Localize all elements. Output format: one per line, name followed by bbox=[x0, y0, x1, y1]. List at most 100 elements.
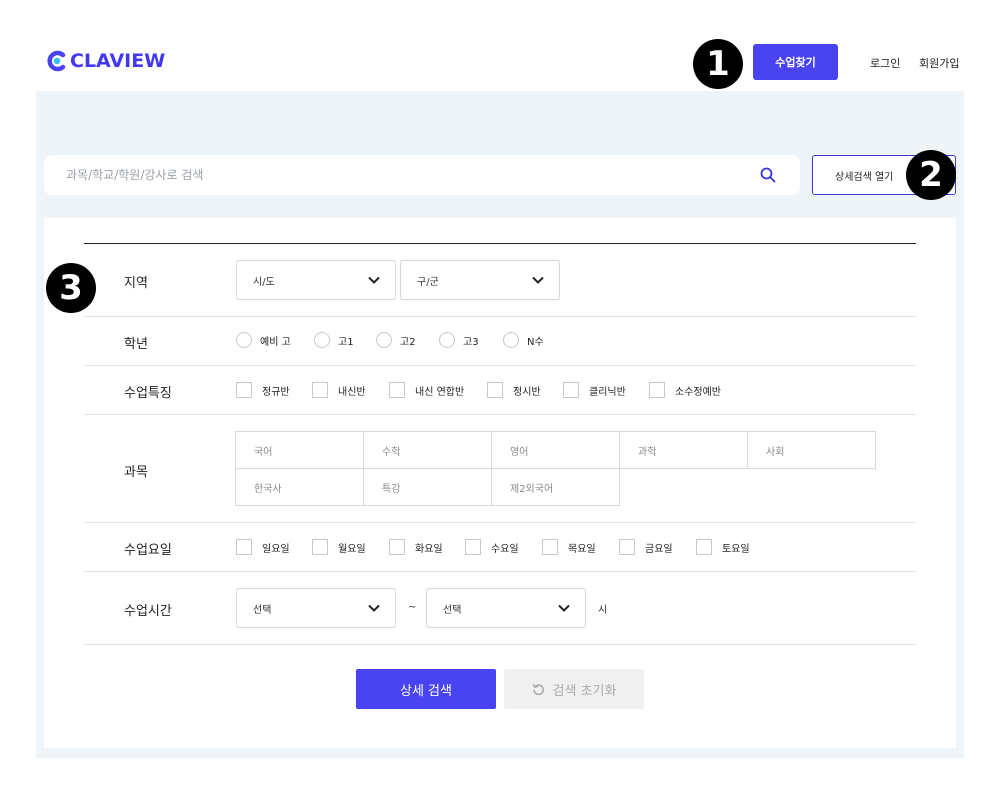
day-option[interactable]: 토요일 bbox=[696, 539, 750, 555]
subject-cell[interactable]: 과학 bbox=[619, 431, 748, 469]
feature-option-label: 클리닉반 bbox=[589, 386, 626, 398]
feature-option-label: 소수정예반 bbox=[675, 386, 721, 398]
subject-cell[interactable]: 국어 bbox=[235, 431, 364, 469]
search-bar[interactable] bbox=[44, 155, 800, 195]
find-class-button[interactable]: 수업찾기 bbox=[753, 44, 838, 80]
grade-option-label: 고2 bbox=[400, 336, 416, 348]
callout-badge-3: 3 bbox=[46, 263, 96, 313]
day-option-label: 금요일 bbox=[645, 543, 673, 555]
row-divider bbox=[84, 522, 916, 523]
feature-option-label: 정규반 bbox=[262, 386, 290, 398]
subject-cell[interactable]: 사회 bbox=[747, 431, 876, 469]
day-option-label: 화요일 bbox=[415, 543, 443, 555]
feature-option[interactable]: 소수정예반 bbox=[649, 382, 721, 398]
sido-select-value: 시/도 bbox=[253, 276, 275, 288]
subjects-label: 과목 bbox=[124, 465, 148, 480]
day-option[interactable]: 수요일 bbox=[465, 539, 519, 555]
checkbox[interactable] bbox=[619, 539, 635, 555]
logo[interactable]: CLAVIEW bbox=[46, 49, 165, 73]
radio-button[interactable] bbox=[314, 332, 330, 348]
panel-top-divider bbox=[84, 243, 916, 244]
grade-option-pre[interactable]: 예비 고 bbox=[236, 332, 291, 348]
search-input[interactable] bbox=[66, 168, 726, 182]
day-option[interactable]: 일요일 bbox=[236, 539, 290, 555]
gugun-select[interactable]: 구/군 bbox=[400, 260, 560, 300]
feature-option[interactable]: 클리닉반 bbox=[563, 382, 626, 398]
day-option-label: 일요일 bbox=[262, 543, 290, 555]
detail-search-button[interactable]: 상세 검색 bbox=[356, 669, 496, 709]
login-link[interactable]: 로그인 bbox=[870, 55, 900, 71]
day-option-label: 수요일 bbox=[491, 543, 519, 555]
chevron-down-icon bbox=[368, 604, 380, 612]
reset-icon bbox=[532, 683, 544, 695]
claview-logo-icon bbox=[47, 50, 66, 72]
subject-cell[interactable]: 영어 bbox=[491, 431, 620, 469]
checkbox[interactable] bbox=[312, 539, 328, 555]
time-range-separator: ~ bbox=[408, 602, 417, 613]
radio-button[interactable] bbox=[376, 332, 392, 348]
checkbox[interactable] bbox=[236, 539, 252, 555]
subject-cell[interactable]: 수학 bbox=[363, 431, 492, 469]
grade-option-1[interactable]: 고1 bbox=[314, 332, 354, 348]
callout-badge-1: 1 bbox=[693, 39, 743, 89]
feature-option[interactable]: 정규반 bbox=[236, 382, 290, 398]
start-time-select[interactable]: 선택 bbox=[236, 588, 396, 628]
grade-option-2[interactable]: 고2 bbox=[376, 332, 416, 348]
search-icon[interactable] bbox=[760, 167, 776, 183]
day-option-label: 토요일 bbox=[722, 543, 750, 555]
region-label: 지역 bbox=[124, 276, 148, 291]
checkbox[interactable] bbox=[542, 539, 558, 555]
callout-badge-2: 2 bbox=[906, 150, 956, 200]
gugun-select-value: 구/군 bbox=[417, 276, 439, 288]
reset-label: 검색 초기화 bbox=[552, 683, 617, 699]
grade-option-3[interactable]: 고3 bbox=[439, 332, 479, 348]
row-divider bbox=[84, 414, 916, 415]
start-time-value: 선택 bbox=[253, 604, 272, 616]
subject-cell[interactable]: 특강 bbox=[363, 468, 492, 506]
day-option[interactable]: 목요일 bbox=[542, 539, 596, 555]
grade-option-label: 고1 bbox=[338, 336, 354, 348]
subject-cell[interactable]: 한국사 bbox=[235, 468, 364, 506]
checkbox[interactable] bbox=[563, 382, 579, 398]
checkbox[interactable] bbox=[487, 382, 503, 398]
chevron-down-icon bbox=[558, 604, 570, 612]
radio-button[interactable] bbox=[439, 332, 455, 348]
checkbox[interactable] bbox=[236, 382, 252, 398]
checkbox[interactable] bbox=[389, 382, 405, 398]
end-time-value: 선택 bbox=[443, 604, 462, 616]
day-option[interactable]: 화요일 bbox=[389, 539, 443, 555]
grade-option-n[interactable]: N수 bbox=[503, 332, 544, 348]
days-label: 수업요일 bbox=[124, 543, 172, 558]
checkbox[interactable] bbox=[696, 539, 712, 555]
feature-option-label: 내신 연합반 bbox=[415, 386, 465, 398]
checkbox[interactable] bbox=[389, 539, 405, 555]
checkbox[interactable] bbox=[312, 382, 328, 398]
day-option[interactable]: 월요일 bbox=[312, 539, 366, 555]
feature-option[interactable]: 정시반 bbox=[487, 382, 541, 398]
subject-cell[interactable]: 제2외국어 bbox=[491, 468, 620, 506]
grade-option-label: 예비 고 bbox=[260, 336, 291, 348]
sido-select[interactable]: 시/도 bbox=[236, 260, 396, 300]
row-divider bbox=[84, 316, 916, 317]
grade-option-label: 고3 bbox=[463, 336, 479, 348]
radio-button[interactable] bbox=[236, 332, 252, 348]
day-option-label: 월요일 bbox=[338, 543, 366, 555]
row-divider bbox=[84, 571, 916, 572]
row-divider bbox=[84, 365, 916, 366]
features-label: 수업특징 bbox=[124, 386, 172, 401]
checkbox[interactable] bbox=[465, 539, 481, 555]
time-label: 수업시간 bbox=[124, 604, 172, 619]
feature-option[interactable]: 내신반 bbox=[312, 382, 366, 398]
grade-label: 학년 bbox=[124, 337, 148, 352]
checkbox[interactable] bbox=[649, 382, 665, 398]
reset-search-button[interactable]: 검색 초기화 bbox=[504, 669, 644, 709]
grade-option-label: N수 bbox=[527, 336, 544, 348]
end-time-select[interactable]: 선택 bbox=[426, 588, 586, 628]
signup-link[interactable]: 회원가입 bbox=[919, 55, 959, 71]
feature-option[interactable]: 내신 연합반 bbox=[389, 382, 464, 398]
chevron-down-icon bbox=[368, 276, 380, 284]
day-option[interactable]: 금요일 bbox=[619, 539, 673, 555]
chevron-down-icon bbox=[532, 276, 544, 284]
radio-button[interactable] bbox=[503, 332, 519, 348]
day-option-label: 목요일 bbox=[568, 543, 596, 555]
